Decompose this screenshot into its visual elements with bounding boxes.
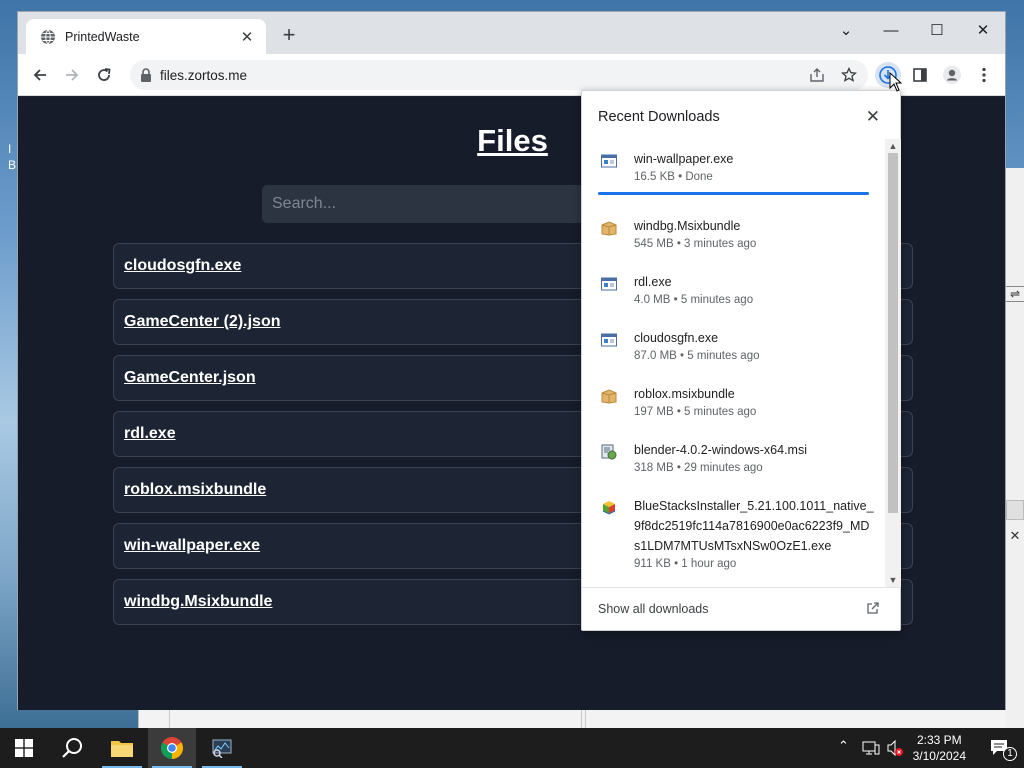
volume-muted-icon[interactable] [886,739,904,757]
download-progress-bar [598,192,869,195]
download-filename: win-wallpaper.exe [634,152,734,166]
download-meta: 87.0 MB • 5 minutes ago [634,350,760,362]
mouse-cursor-icon [889,72,903,92]
scroll-up-icon[interactable]: ▲ [885,141,901,151]
globe-icon [41,29,55,44]
network-app-button[interactable] [198,728,246,768]
lock-icon[interactable] [140,68,152,82]
scroll-down-icon[interactable]: ▼ [885,575,901,585]
network-monitor-icon [212,739,232,758]
downloads-close-icon[interactable]: ✕ [866,107,880,127]
clock-date: 3/10/2024 [912,749,966,763]
download-item[interactable]: cloudosgfn.exe 87.0 MB • 5 minutes ago [598,328,878,372]
downloads-header: Recent Downloads [598,109,720,125]
tab-printedwaste[interactable]: PrintedWaste ✕ [26,19,266,54]
search-icon [62,738,82,758]
side-panel-button[interactable] [907,62,933,88]
clock-time: 2:33 PM [916,733,962,747]
download-item[interactable]: BlueStacksInstaller_5.21.100.1011_native… [598,496,878,580]
tab-search-chevron-icon[interactable]: ⌄ [826,17,866,45]
background-window-edge: ⇌ ✕ [1006,168,1024,728]
start-button[interactable] [0,728,48,768]
download-meta: 4.0 MB • 5 minutes ago [634,294,754,306]
tab-strip: PrintedWaste ✕ + ⌄ — ☐ ✕ [18,12,1005,54]
back-arrow-icon [33,69,46,81]
downloads-list: win-wallpaper.exe 16.5 KB • Done windbg.… [582,139,884,587]
maximize-button[interactable]: ☐ [917,17,957,45]
reload-icon [98,68,111,81]
package-icon [601,221,617,236]
share-button[interactable] [804,62,830,88]
system-clock[interactable]: 2:33 PM 3/10/2024 [913,732,966,764]
notification-center-button[interactable]: 1 [976,728,1024,768]
download-item[interactable]: rdl.exe 4.0 MB • 5 minutes ago [598,272,878,316]
download-meta: 16.5 KB • Done [634,171,713,183]
network-icon[interactable] [862,740,880,756]
exe-icon [601,277,617,291]
new-tab-button[interactable]: + [278,24,300,46]
download-meta: 197 MB • 5 minutes ago [634,406,757,418]
download-meta: 318 MB • 29 minutes ago [634,462,763,474]
file-link[interactable]: cloudosgfn.exe [124,257,241,275]
download-filename: roblox.msixbundle [634,387,735,401]
downloads-footer: Show all downloads [582,587,900,631]
download-filename: windbg.Msixbundle [634,219,741,233]
download-filename: rdl.exe [634,275,672,289]
download-meta: 911 KB • 1 hour ago [634,558,737,570]
profile-button[interactable] [939,62,965,88]
file-link[interactable]: rdl.exe [124,425,176,443]
reload-button[interactable] [91,62,117,88]
show-all-downloads-link[interactable]: Show all downloads [598,602,709,616]
installer-icon [601,444,617,460]
desktop-label-fragment: I [8,142,12,156]
file-link[interactable]: GameCenter (2).json [124,313,280,331]
minimize-button[interactable]: — [871,17,911,45]
file-link[interactable]: windbg.Msixbundle [124,593,272,611]
exe-icon [601,333,617,347]
folder-icon [111,741,133,757]
file-link[interactable]: GameCenter.json [124,369,256,387]
download-filename: blender-4.0.2-windows-x64.msi [634,443,807,457]
search-button[interactable] [48,728,96,768]
share-icon [810,68,824,82]
taskbar: ⌃ 2:33 PM 3/10/2024 1 [0,728,1024,768]
download-filename: cloudosgfn.exe [634,331,719,345]
exe-icon [601,154,617,168]
scrollbar-thumb[interactable] [888,153,898,513]
download-item[interactable]: blender-4.0.2-windows-x64.msi 318 MB • 2… [598,440,878,484]
notification-count-badge: 1 [1003,747,1017,761]
menu-button[interactable] [971,62,997,88]
close-window-button[interactable]: ✕ [963,17,1003,45]
desktop-label-fragment: B [8,158,17,172]
show-hidden-icons-chevron-icon[interactable]: ⌃ [838,738,849,754]
url-text[interactable]: files.zortos.me [160,68,247,83]
download-item[interactable]: windbg.Msixbundle 545 MB • 3 minutes ago [598,216,878,260]
downloads-bubble: Recent Downloads ✕ win-wallpaper.exe 16.… [581,90,901,631]
chrome-button[interactable] [148,728,196,768]
package-icon [601,389,617,404]
kebab-menu-icon [982,67,986,83]
bluestacks-icon [602,501,616,515]
file-link[interactable]: win-wallpaper.exe [124,537,260,555]
download-filename: BlueStacksInstaller_5.21.100.1011_native… [634,499,874,553]
address-bar[interactable]: files.zortos.me [130,60,868,90]
side-panel-icon [913,68,927,82]
downloads-scrollbar[interactable]: ▲ ▼ [885,139,901,587]
back-button[interactable] [27,62,53,88]
chrome-icon [161,737,183,759]
download-item[interactable]: roblox.msixbundle 197 MB • 5 minutes ago [598,384,878,428]
star-icon [841,67,857,82]
download-item[interactable]: win-wallpaper.exe 16.5 KB • Done [598,149,878,193]
forward-arrow-icon [66,69,79,81]
profile-icon [943,66,961,84]
tab-close-icon[interactable]: ✕ [238,28,256,46]
file-link[interactable]: roblox.msixbundle [124,481,266,499]
bookmark-button[interactable] [836,62,862,88]
open-external-icon[interactable] [866,601,880,615]
file-explorer-button[interactable] [98,728,146,768]
windows-logo-icon [15,739,33,757]
download-meta: 545 MB • 3 minutes ago [634,238,757,250]
forward-button[interactable] [59,62,85,88]
tab-title: PrintedWaste [65,29,140,44]
